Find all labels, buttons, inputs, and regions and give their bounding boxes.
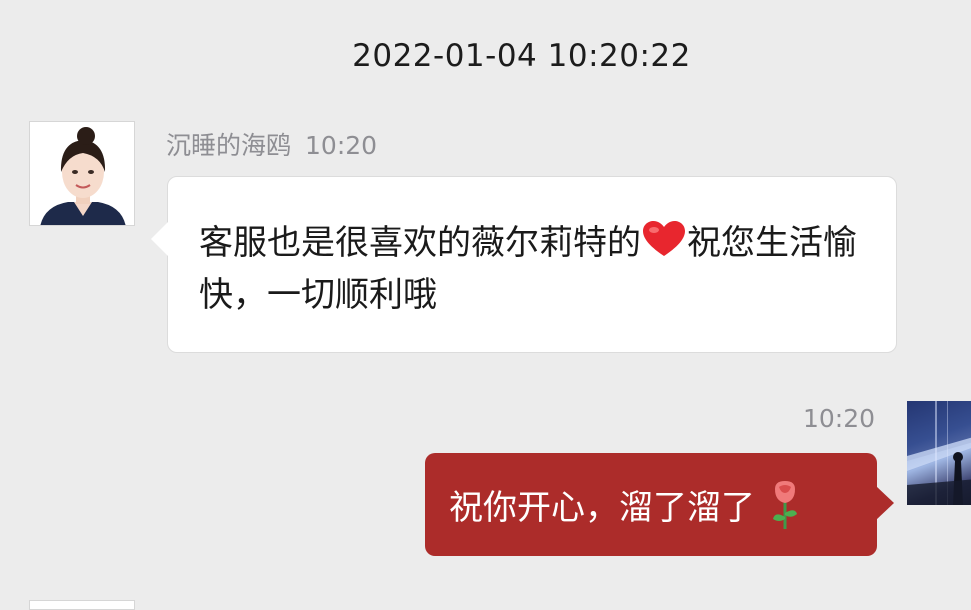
rose-icon bbox=[773, 480, 797, 529]
avatar-anime-art bbox=[907, 401, 971, 505]
bubble-tail bbox=[876, 486, 894, 520]
heart-icon bbox=[643, 221, 685, 256]
avatar-portrait bbox=[30, 122, 134, 225]
received-time: 10:20 bbox=[305, 131, 378, 160]
user-avatar[interactable] bbox=[907, 401, 971, 505]
received-message-bubble[interactable]: 客服也是很喜欢的薇尔莉特的 祝您生活愉快，一切顺利哦 bbox=[151, 176, 897, 353]
sent-message-bubble[interactable]: 祝你开心，溜了溜了 bbox=[425, 453, 894, 556]
sent-text: 祝你开心，溜了溜了 bbox=[449, 488, 755, 528]
received-text-part1: 客服也是很喜欢的薇尔莉特的 bbox=[199, 223, 641, 263]
chat-timestamp: 2022-01-04 10:20:22 bbox=[352, 38, 691, 74]
next-sender-avatar[interactable] bbox=[29, 600, 135, 610]
bubble-tail bbox=[151, 222, 168, 256]
sender-name: 沉睡的海鸥 bbox=[166, 131, 292, 160]
sender-info: 沉睡的海鸥 10:20 bbox=[166, 126, 377, 162]
sender-avatar[interactable] bbox=[29, 121, 135, 226]
sent-time: 10:20 bbox=[802, 404, 875, 433]
